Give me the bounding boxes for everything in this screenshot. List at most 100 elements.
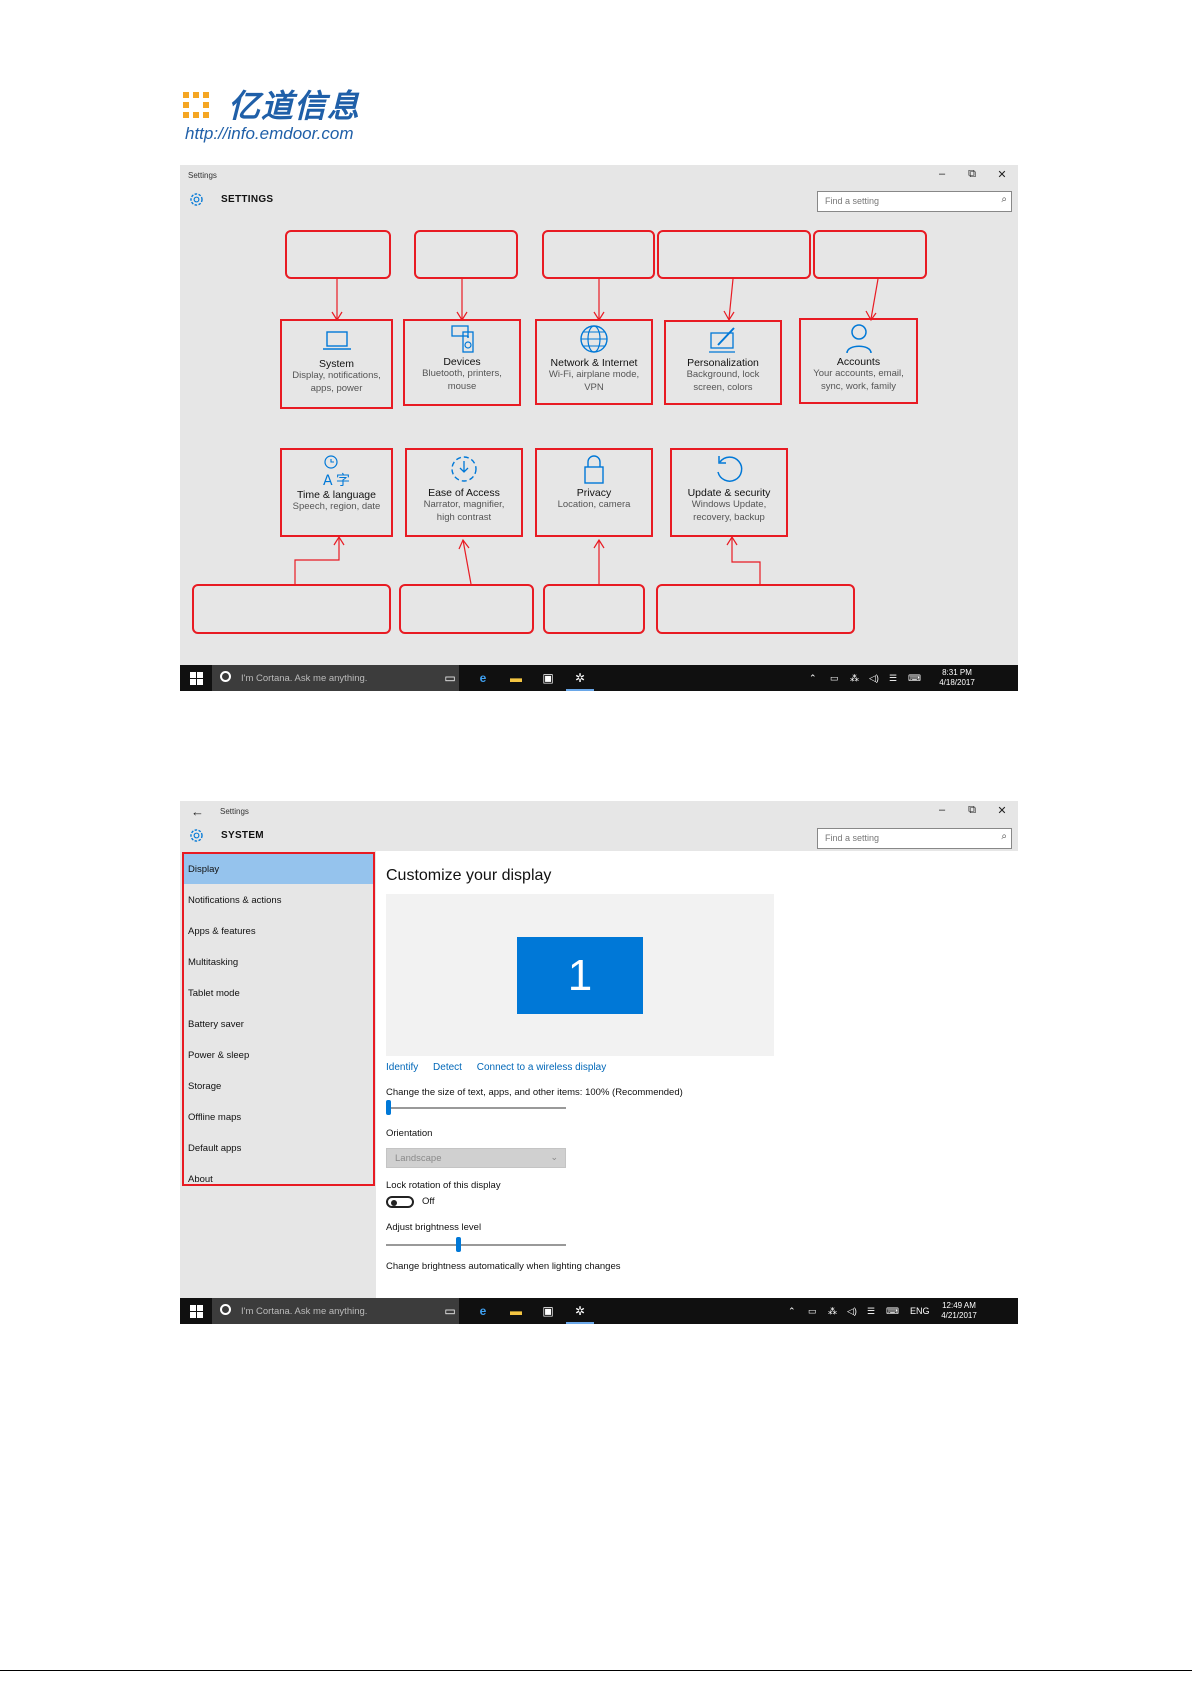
page-footer-rule <box>0 1670 1192 1671</box>
scale-slider[interactable] <box>386 1100 566 1115</box>
identify-link[interactable]: Identify <box>386 1062 418 1073</box>
tile-description: Background, lock screen, colors <box>686 369 760 393</box>
tile-system[interactable]: System Display, notifications, apps, pow… <box>280 319 393 409</box>
close-button[interactable]: ✕ <box>994 804 1010 817</box>
search-icon[interactable]: ⌕ <box>1001 831 1007 842</box>
tile-description: Narrator, magnifier, high contrast <box>423 499 505 523</box>
page-heading: Customize your display <box>386 867 552 884</box>
tile-description: Location, camera <box>557 499 631 510</box>
restore-button[interactable]: ⧉ <box>964 804 980 817</box>
network-icon[interactable]: ⁂ <box>850 673 859 684</box>
system-display-screenshot: ← Settings – ⧉ ✕ SYSTEM Find a setting ⌕… <box>180 801 1018 1324</box>
annotation-sidebar-highlight <box>182 852 375 1186</box>
detect-link[interactable]: Detect <box>433 1062 462 1073</box>
window-title: Settings <box>220 807 249 816</box>
network-icon[interactable]: ⁂ <box>828 1306 837 1317</box>
monitor-1-tile[interactable]: 1 <box>517 937 643 1014</box>
auto-brightness-label: Change brightness automatically when lig… <box>386 1261 621 1272</box>
store-icon[interactable]: ▣ <box>540 1303 556 1319</box>
edge-icon[interactable]: e <box>475 1303 491 1319</box>
search-placeholder: Find a setting <box>825 833 880 843</box>
tile-name: Update & security <box>687 487 771 499</box>
orientation-label: Orientation <box>386 1128 433 1139</box>
lock-rotation-state: Off <box>422 1196 435 1207</box>
action-center-icon[interactable]: ☰ <box>889 673 897 684</box>
annotation-callout-accounts <box>813 230 927 279</box>
cortana-search-box[interactable]: I'm Cortana. Ask me anything. <box>212 665 459 691</box>
minimize-button[interactable]: – <box>934 804 950 816</box>
windows-start-icon[interactable] <box>190 672 203 685</box>
taskbar: I'm Cortana. Ask me anything. ▭ e ▬ ▣ ✲ … <box>180 1298 1018 1324</box>
clock[interactable]: 12:49 AM 4/21/2017 <box>934 1301 984 1321</box>
clock-time: 8:31 PM <box>942 668 972 677</box>
tile-network[interactable]: Network & Internet Wi-Fi, airplane mode,… <box>535 319 653 405</box>
store-icon[interactable]: ▣ <box>540 670 556 686</box>
settings-app-icon[interactable]: ✲ <box>572 1303 588 1319</box>
clock-date: 4/18/2017 <box>939 678 975 687</box>
keyboard-icon[interactable]: ⌨ <box>886 1306 899 1317</box>
tile-name: Time & language <box>297 489 376 501</box>
file-explorer-icon[interactable]: ▬ <box>508 670 524 686</box>
chevron-down-icon: ⌄ <box>550 1152 558 1162</box>
svg-text:字: 字 <box>336 473 350 487</box>
title-bar: ← Settings – ⧉ ✕ <box>180 801 1018 823</box>
connect-wireless-display-link[interactable]: Connect to a wireless display <box>477 1062 607 1073</box>
action-center-icon[interactable]: ☰ <box>867 1306 875 1317</box>
tile-description: Wi-Fi, airplane mode, VPN <box>548 369 640 393</box>
active-app-indicator <box>566 1322 594 1324</box>
display-links: Identify Detect Connect to a wireless di… <box>386 1062 618 1073</box>
lock-rotation-toggle[interactable] <box>386 1196 414 1208</box>
tile-ease-of-access[interactable]: Ease of Access Narrator, magnifier, high… <box>405 448 523 537</box>
file-explorer-icon[interactable]: ▬ <box>508 1303 524 1319</box>
settings-app-icon[interactable]: ✲ <box>572 670 588 686</box>
ease-of-access-icon <box>451 456 477 482</box>
scale-slider-thumb[interactable] <box>386 1100 391 1115</box>
edge-icon[interactable]: e <box>475 670 491 686</box>
battery-icon[interactable]: ▭ <box>808 1306 817 1317</box>
windows-start-icon[interactable] <box>190 1305 203 1318</box>
tile-devices[interactable]: Devices Bluetooth, printers, mouse <box>403 319 521 406</box>
tile-name: Privacy <box>576 487 612 499</box>
cortana-search-box[interactable]: I'm Cortana. Ask me anything. <box>212 1298 459 1324</box>
brightness-slider-thumb[interactable] <box>456 1237 461 1252</box>
annotation-callout-system <box>285 230 391 279</box>
orientation-select[interactable]: Landscape ⌄ <box>386 1148 566 1168</box>
battery-icon[interactable]: ▭ <box>830 673 839 684</box>
search-input[interactable]: Find a setting ⌕ <box>817 828 1012 849</box>
tile-name: Personalization <box>687 357 759 369</box>
settings-home-screenshot: Settings – ⧉ ✕ SETTINGS Find a setting ⌕ <box>180 165 1018 691</box>
tile-update-security[interactable]: Update & security Windows Update, recove… <box>670 448 788 537</box>
task-view-icon[interactable]: ▭ <box>442 670 458 686</box>
tray-chevron-icon[interactable]: ⌃ <box>809 673 817 684</box>
toggle-knob <box>391 1199 397 1206</box>
clock[interactable]: 8:31 PM 4/18/2017 <box>932 668 982 688</box>
language-indicator[interactable]: ENG <box>910 1306 930 1316</box>
brightness-slider[interactable] <box>386 1237 566 1252</box>
tile-name: Devices <box>443 356 481 368</box>
annotation-callout-personalization <box>657 230 811 279</box>
annotation-callout-ease <box>399 584 534 634</box>
active-app-indicator <box>566 689 594 691</box>
tile-privacy[interactable]: Privacy Location, camera <box>535 448 653 537</box>
logo-url[interactable]: http://info.emdoor.com <box>185 124 354 144</box>
lock-icon <box>584 455 604 484</box>
logo-brand-text: 亿道信息 <box>228 87 361 125</box>
back-arrow-icon[interactable]: ← <box>191 804 204 819</box>
tile-time-language[interactable]: A字 Time & language Speech, region, date <box>280 448 393 537</box>
cortana-icon <box>220 671 231 682</box>
annotation-callout-time <box>192 584 391 634</box>
tile-accounts[interactable]: Accounts Your accounts, email, sync, wor… <box>799 318 918 404</box>
annotation-callout-privacy <box>543 584 645 634</box>
tile-personalization[interactable]: Personalization Background, lock screen,… <box>664 320 782 405</box>
tray-chevron-icon[interactable]: ⌃ <box>788 1306 796 1317</box>
page-title: SYSTEM <box>221 830 264 841</box>
language-icon: A字 <box>323 455 350 487</box>
keyboard-icon[interactable]: ⌨ <box>908 673 921 684</box>
volume-icon[interactable]: ◁) <box>847 1306 857 1317</box>
task-view-icon[interactable]: ▭ <box>442 1303 458 1319</box>
clock-time: 12:49 AM <box>942 1301 976 1310</box>
tile-name: Accounts <box>836 356 881 368</box>
volume-icon[interactable]: ◁) <box>869 673 879 684</box>
display-settings-panel: Customize your display 1 Identify Detect… <box>376 851 1018 1299</box>
lock-rotation-label: Lock rotation of this display <box>386 1180 501 1191</box>
